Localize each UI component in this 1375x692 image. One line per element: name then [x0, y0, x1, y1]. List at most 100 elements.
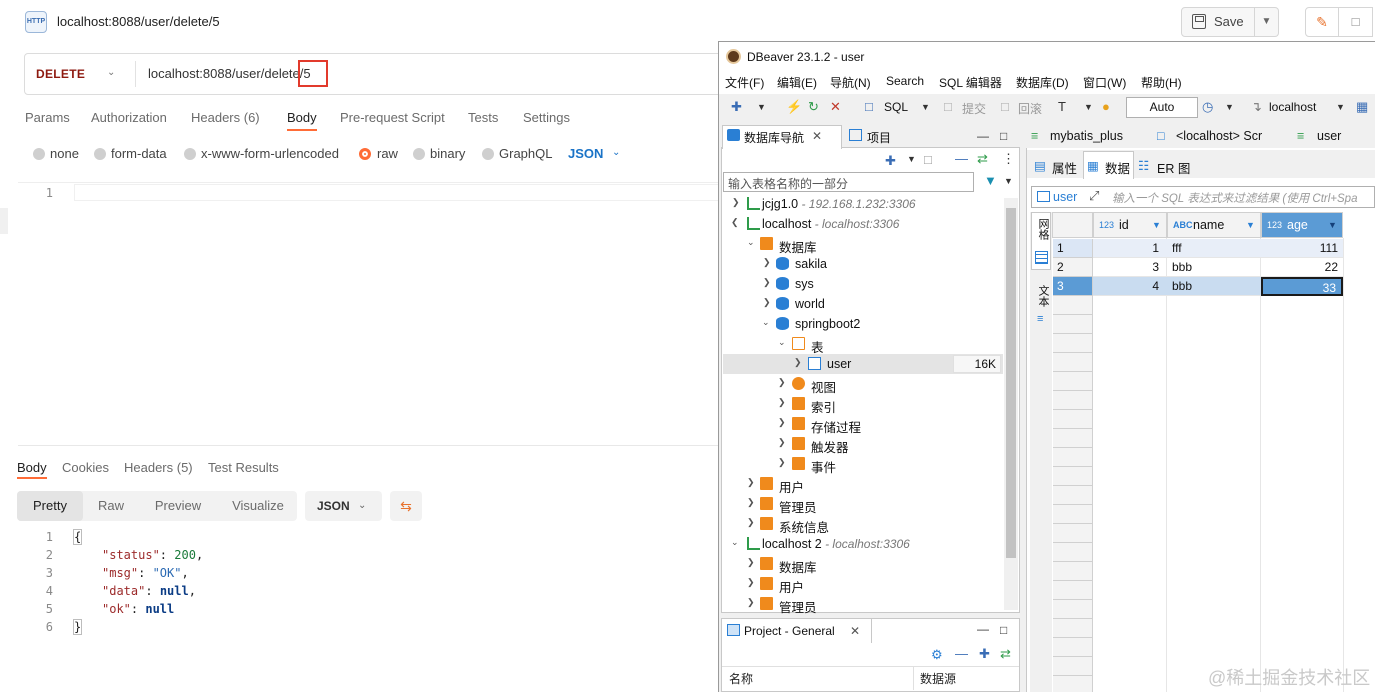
cell-name[interactable]: fff — [1167, 239, 1261, 258]
collapse-all-icon[interactable]: — — [955, 151, 968, 166]
rollback-icon[interactable]: □ — [1001, 99, 1009, 114]
chevron-right-icon[interactable]: ❯ — [778, 397, 786, 408]
save-options-button[interactable]: ▼ — [1255, 7, 1279, 37]
cell-id[interactable]: 1 — [1093, 239, 1167, 258]
request-title[interactable]: localhost:8088/user/delete/5 — [57, 14, 220, 29]
editor-tab-mybatis-plus[interactable]: mybatis_plus — [1050, 129, 1123, 143]
settings-icon[interactable]: ⚙ — [931, 647, 943, 663]
history-icon[interactable]: ◷ — [1202, 99, 1213, 115]
tree-item-databases[interactable]: ⌄ 数据库 — [723, 234, 1003, 255]
column-header-name[interactable]: 名称 — [729, 670, 753, 687]
expand-icon[interactable]: ✚ — [979, 646, 990, 662]
tab-body[interactable]: Body — [287, 110, 317, 125]
scrollbar-thumb[interactable] — [1006, 208, 1016, 558]
chevron-right-icon[interactable]: ❯ — [778, 457, 786, 468]
chevron-down-icon[interactable]: ⌄ — [107, 67, 115, 78]
new-folder-icon[interactable]: □ — [924, 152, 932, 167]
column-header-age[interactable]: 123 age ▼ — [1261, 212, 1343, 238]
editor-active-line[interactable] — [74, 184, 724, 201]
chevron-right-icon[interactable]: ❯ — [747, 477, 755, 488]
menu-edit[interactable]: 编辑(E) — [777, 74, 817, 91]
close-icon[interactable]: ✕ — [812, 129, 822, 143]
cell-age-focused[interactable]: 33 — [1261, 277, 1343, 296]
sql-filter-input[interactable]: 输入一个 SQL 表达式来过滤结果 (使用 Ctrl+Spa — [1112, 190, 1357, 206]
tree-item-connection[interactable]: ⌄ localhost 2 - localhost:3306 — [723, 534, 1003, 554]
tree-item-databases[interactable]: ❯ 数据库 — [723, 554, 1003, 575]
tab-projects[interactable]: 项目 — [867, 129, 891, 146]
column-header-datasource[interactable]: 数据源 — [920, 670, 956, 687]
tree-item-system-info[interactable]: ❯ 系统信息 — [723, 514, 1003, 535]
tree-item-database[interactable]: ❯ sys — [723, 274, 1003, 294]
menu-search[interactable]: Search — [886, 74, 924, 88]
text-view-tab[interactable]: 文本 — [1035, 285, 1051, 307]
editor-tab-user[interactable]: user — [1317, 129, 1341, 143]
rollback-button[interactable]: 回滚 — [1018, 100, 1042, 117]
minimize-icon[interactable]: — — [977, 129, 989, 143]
column-header-id[interactable]: 123 id ▼ — [1093, 212, 1167, 238]
tab-params[interactable]: Params — [25, 110, 70, 125]
link-editor-icon[interactable]: ⇄ — [1000, 646, 1011, 662]
wrap-lines-icon[interactable]: ⇆ — [390, 491, 422, 521]
disconnect-icon[interactable]: ✕ — [830, 99, 841, 115]
maximize-icon[interactable]: □ — [1000, 623, 1007, 637]
active-datasource-select[interactable]: localhost — [1269, 100, 1316, 114]
chevron-down-icon[interactable]: ⌄ — [762, 317, 770, 328]
menu-file[interactable]: 文件(F) — [725, 74, 764, 91]
chevron-down-icon[interactable]: ▼ — [907, 154, 916, 164]
table-filter-input[interactable]: 输入表格名称的一部分 — [723, 172, 974, 192]
row-number[interactable]: 1 — [1053, 239, 1093, 258]
tree-item-events[interactable]: ❯ 事件 — [723, 454, 1003, 475]
response-tab-body[interactable]: Body — [17, 460, 47, 475]
tree-item-database[interactable]: ❯ sakila — [723, 254, 1003, 274]
minimize-icon[interactable]: — — [977, 622, 989, 636]
response-format-select[interactable]: JSON ⌄ — [305, 491, 382, 521]
editor-tab-localhost-script[interactable]: <localhost> Scr — [1176, 129, 1262, 143]
sort-icon[interactable]: ▼ — [1152, 213, 1161, 237]
view-preview-button[interactable]: Preview — [146, 491, 210, 521]
row-number[interactable]: 3 — [1053, 277, 1093, 296]
menu-help[interactable]: 帮助(H) — [1141, 74, 1182, 91]
response-tab-test-results[interactable]: Test Results — [208, 460, 279, 475]
tab-settings[interactable]: Settings — [523, 110, 570, 125]
connect-icon[interactable]: ⚡ — [786, 99, 802, 115]
link-editor-icon[interactable]: ⇄ — [977, 151, 988, 167]
tree-item-triggers[interactable]: ❯ 触发器 — [723, 434, 1003, 455]
menu-sql-editor[interactable]: SQL 编辑器 — [939, 74, 1002, 91]
row-number[interactable]: 2 — [1053, 258, 1093, 277]
chevron-down-icon[interactable]: ▼ — [1225, 102, 1234, 112]
method-select[interactable]: DELETE — [36, 67, 85, 81]
chevron-down-icon[interactable]: ▼ — [757, 102, 766, 112]
chevron-right-icon[interactable]: ❯ — [794, 357, 802, 368]
cell-id[interactable]: 4 — [1093, 277, 1167, 296]
chevron-down-icon[interactable]: ⌄ — [731, 537, 739, 548]
transaction-mode-icon[interactable]: T — [1058, 99, 1066, 114]
chevron-right-icon[interactable]: ❯ — [778, 377, 786, 388]
radio-binary[interactable] — [413, 148, 425, 160]
maximize-icon[interactable]: □ — [1000, 129, 1007, 143]
chevron-right-icon[interactable]: ❯ — [763, 277, 771, 288]
url-input[interactable]: localhost:8088/user/delete/5 — [148, 66, 311, 81]
chevron-down-icon[interactable]: ▼ — [1004, 176, 1013, 186]
menu-navigate[interactable]: 导航(N) — [830, 74, 871, 91]
expand-filter-icon[interactable]: ⤢ — [1089, 188, 1099, 204]
cell-id[interactable]: 3 — [1093, 258, 1167, 277]
collapse-all-icon[interactable]: — — [955, 646, 968, 661]
radio-none[interactable] — [33, 148, 45, 160]
tree-item-views[interactable]: ❯ 视图 — [723, 374, 1003, 395]
radio-graphql[interactable] — [482, 148, 494, 160]
tree-item-database[interactable]: ⌄ springboot2 — [723, 314, 1003, 334]
tree-item-indexes[interactable]: ❯ 索引 — [723, 394, 1003, 415]
body-format-select[interactable]: JSON — [568, 146, 603, 161]
cell-name[interactable]: bbb — [1167, 258, 1261, 277]
chevron-right-icon[interactable]: ❯ — [747, 557, 755, 568]
chevron-right-icon[interactable]: ❯ — [747, 497, 755, 508]
chevron-right-icon[interactable]: ❯ — [763, 297, 771, 308]
response-tab-headers[interactable]: Headers (5) — [124, 460, 193, 475]
radio-form-data[interactable] — [94, 148, 106, 160]
sql-button[interactable]: SQL — [884, 100, 908, 114]
comment-icon[interactable]: □ — [1339, 7, 1373, 37]
reconnect-icon[interactable]: ↻ — [808, 99, 819, 115]
sort-icon[interactable]: ▼ — [1246, 213, 1255, 237]
chevron-right-icon[interactable]: ❯ — [778, 437, 786, 448]
tab-tests[interactable]: Tests — [468, 110, 498, 125]
